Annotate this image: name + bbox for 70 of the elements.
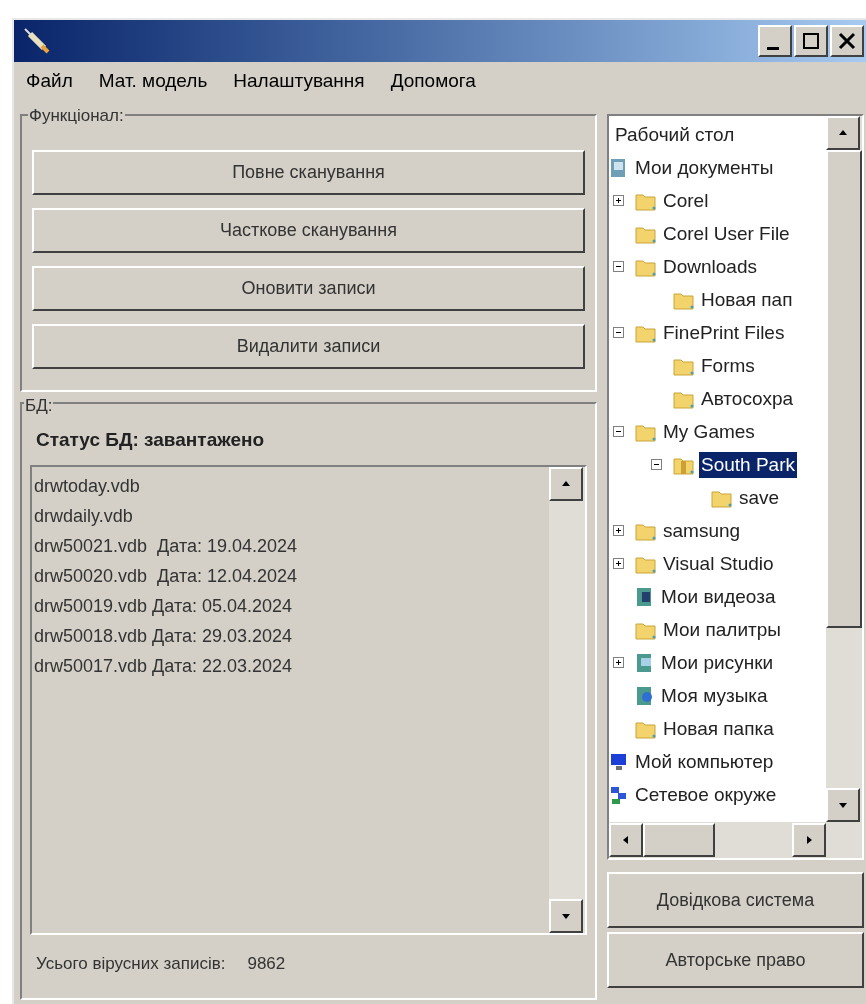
- maximize-icon: [801, 31, 821, 51]
- scroll-right-icon[interactable]: [792, 823, 826, 857]
- collapse-icon[interactable]: [651, 459, 662, 470]
- tree-item[interactable]: Forms: [699, 352, 757, 379]
- list-item[interactable]: drw50019.vdb Дата: 05.04.2024: [34, 590, 549, 621]
- total-label: Усього вірусних записів:: [36, 952, 226, 975]
- close-button[interactable]: [830, 25, 864, 57]
- scroll-down-icon[interactable]: [549, 898, 583, 933]
- computer-icon: [609, 751, 629, 772]
- tree-item[interactable]: Corel User File: [661, 220, 792, 247]
- tree-item[interactable]: Мои рисунки: [659, 649, 776, 676]
- action-button[interactable]: Оновити записи: [32, 266, 585, 311]
- expand-icon[interactable]: [613, 657, 624, 668]
- scroll-down-icon[interactable]: [826, 788, 860, 822]
- tree-item[interactable]: Мой компьютер: [633, 748, 776, 775]
- minimize-icon: [767, 46, 779, 50]
- tree-item[interactable]: save: [737, 484, 782, 511]
- total-value: 9862: [247, 952, 286, 975]
- collapse-icon[interactable]: [613, 327, 624, 338]
- tree-item[interactable]: Рабочий стол: [613, 121, 737, 148]
- tree-item[interactable]: samsung: [661, 517, 743, 544]
- expand-icon[interactable]: [613, 558, 624, 569]
- scrollbar[interactable]: [826, 116, 862, 822]
- minimize-button[interactable]: [758, 25, 792, 57]
- tree-item[interactable]: Visual Studio: [661, 550, 776, 577]
- list-item[interactable]: drwdaily.vdb: [34, 500, 549, 531]
- music-folder-icon: [635, 684, 655, 707]
- tree-item[interactable]: Мои документы: [633, 154, 776, 181]
- tree-item[interactable]: Новая пап: [699, 286, 795, 313]
- list-item[interactable]: drw50021.vdb Дата: 19.04.2024: [34, 530, 549, 561]
- tree-item[interactable]: Моя музыка: [659, 682, 770, 709]
- menu-item[interactable]: Файл: [26, 66, 73, 96]
- tree-item[interactable]: Мои палитры: [661, 616, 783, 643]
- action-button[interactable]: Часткове сканування: [32, 208, 585, 253]
- menu-item[interactable]: Налаштування: [233, 66, 365, 96]
- list-item[interactable]: drw50018.vdb Дата: 29.03.2024: [34, 620, 549, 651]
- scroll-thumb[interactable]: [643, 823, 715, 857]
- scrollbar[interactable]: [609, 822, 862, 858]
- list-item[interactable]: drw50020.vdb Дата: 12.04.2024: [34, 560, 549, 591]
- tree-item[interactable]: Автосохра: [699, 385, 796, 412]
- scroll-left-icon[interactable]: [609, 823, 643, 857]
- menu-item[interactable]: Допомога: [390, 66, 476, 96]
- expand-icon[interactable]: [613, 525, 624, 536]
- list-item[interactable]: drw50017.vdb Дата: 22.03.2024: [34, 650, 549, 681]
- scroll-up-icon[interactable]: [826, 116, 860, 150]
- syringe-icon: [22, 26, 52, 56]
- tree-item[interactable]: FinePrint Files: [661, 319, 787, 346]
- list-item[interactable]: drwtoday.vdb: [34, 470, 549, 501]
- menu-item[interactable]: Мат. модель: [98, 66, 208, 96]
- action-button[interactable]: Повне сканування: [32, 150, 585, 195]
- tree-item[interactable]: Downloads: [661, 253, 759, 280]
- collapse-icon[interactable]: [613, 426, 624, 437]
- collapse-icon[interactable]: [613, 261, 624, 272]
- tree-item[interactable]: My Games: [661, 418, 757, 445]
- side-button[interactable]: Авторське право: [607, 932, 864, 988]
- expand-icon[interactable]: [613, 195, 624, 206]
- network-icon: [609, 784, 629, 805]
- scroll-thumb[interactable]: [826, 150, 862, 628]
- tree-item[interactable]: Corel: [661, 187, 711, 214]
- tree-item[interactable]: Сетевое окруже: [633, 781, 779, 808]
- tree-item[interactable]: Новая папка: [661, 715, 776, 742]
- action-button[interactable]: Видалити записи: [32, 324, 585, 369]
- scroll-up-icon[interactable]: [549, 466, 583, 501]
- database-status: Статус БД: завантажено: [36, 428, 266, 452]
- close-icon: [837, 31, 857, 51]
- maximize-button[interactable]: [794, 25, 828, 57]
- tree-item[interactable]: Мои видеоза: [659, 583, 778, 610]
- side-button[interactable]: Довідкова система: [607, 872, 864, 928]
- scrollbar[interactable]: [549, 466, 585, 933]
- tree-item[interactable]: South Park: [699, 451, 797, 478]
